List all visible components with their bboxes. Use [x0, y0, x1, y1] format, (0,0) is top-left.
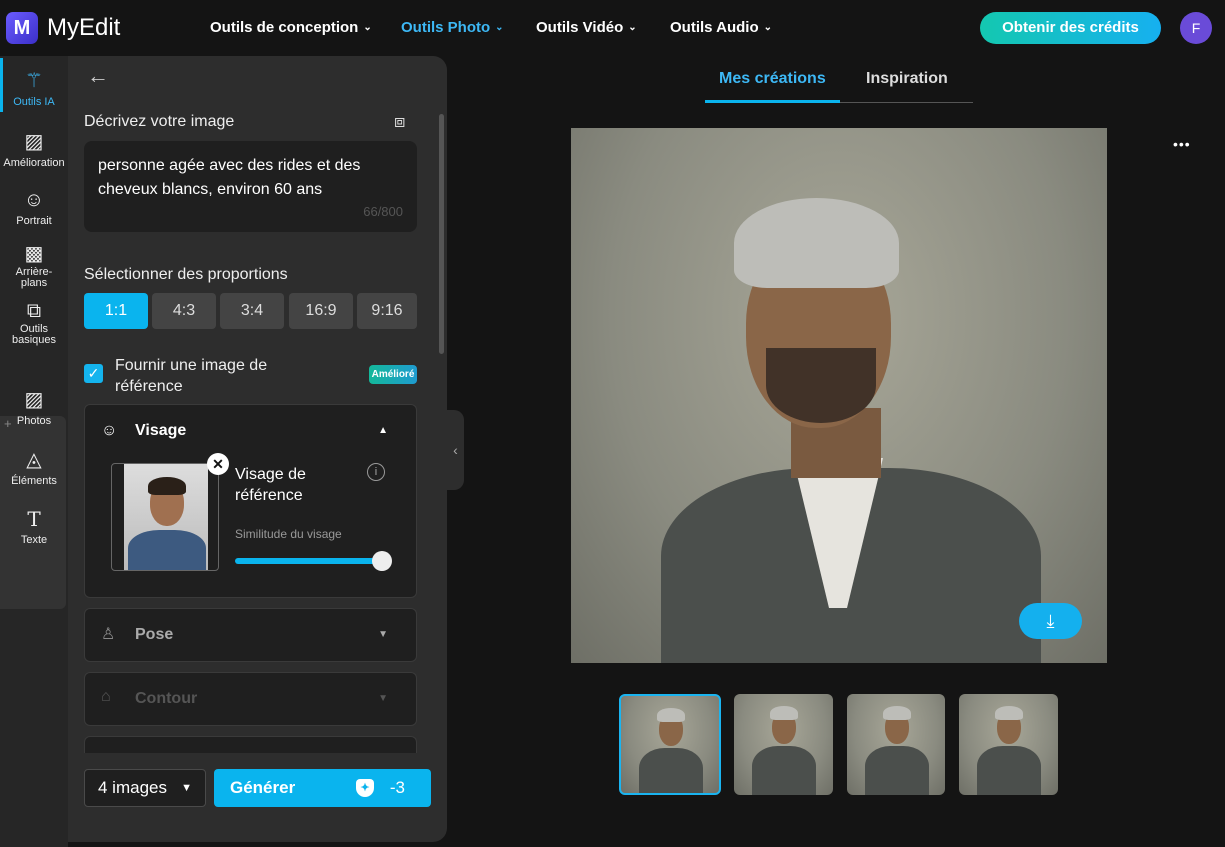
- rail-backgrounds[interactable]: ▩ Arrière-plans: [0, 244, 68, 289]
- contour-icon: ⌂: [101, 688, 111, 705]
- background-icon: ▩: [24, 243, 44, 265]
- rail-basic-tools[interactable]: ⧉ Outils basiques: [0, 301, 68, 346]
- collapse-panel-button[interactable]: ‹: [447, 410, 464, 490]
- credit-icon: ✦: [356, 779, 374, 797]
- nav-photo-tools[interactable]: Outils Photo ⌄: [401, 19, 504, 36]
- ratio-1-1[interactable]: 1:1: [84, 293, 148, 329]
- rail-ai-tools[interactable]: ⚚ Outils IA: [0, 68, 68, 108]
- thumbnail-2[interactable]: [734, 694, 833, 795]
- nav-label: Outils de conception: [210, 19, 359, 36]
- image-count-select[interactable]: 4 images ▼: [84, 769, 206, 807]
- shapes-icon: ◬: [26, 449, 42, 471]
- rail-elements[interactable]: ◬ Éléments: [0, 447, 68, 487]
- rail-label: Texte: [20, 534, 48, 546]
- ratio-4-3[interactable]: 4:3: [152, 293, 216, 329]
- photo-icon: ▨: [24, 389, 44, 411]
- app-name[interactable]: MyEdit: [47, 14, 120, 42]
- improved-badge: Amélioré: [369, 365, 417, 384]
- portrait-icon: ☺: [23, 189, 45, 211]
- rail-label: Portrait: [16, 215, 52, 227]
- chevron-down-icon: ⌄: [495, 22, 504, 33]
- reference-label: Fournir une image de référence: [115, 357, 268, 395]
- nav-label: Outils Vidéo: [536, 19, 624, 36]
- avatar[interactable]: F: [1180, 12, 1212, 44]
- tab-indicator: [705, 100, 840, 103]
- tool-rail: + ⚚ Outils IA ▨ Amélioration ☺ Portrait ▩ Ar…: [0, 56, 68, 847]
- image-count-value: 4 images: [98, 778, 167, 797]
- face-icon: ☺: [101, 422, 118, 439]
- info-icon[interactable]: i: [367, 463, 385, 481]
- tab-inspiration[interactable]: Inspiration: [866, 70, 948, 88]
- contour-section[interactable]: ⌂ Contour ▼: [84, 672, 417, 726]
- generated-image[interactable]: [571, 128, 1107, 663]
- nav-label: Outils Audio: [670, 19, 759, 36]
- similarity-label: Similitude du visage: [235, 527, 342, 541]
- similarity-slider-track[interactable]: [235, 558, 385, 564]
- chevron-down-icon: ⌄: [363, 22, 372, 33]
- rail-label: Photos: [16, 415, 52, 427]
- back-arrow-icon[interactable]: ←: [87, 63, 109, 89]
- ratio-label: Sélectionner des proportions: [84, 266, 288, 283]
- get-credits-button[interactable]: Obtenir des crédits: [980, 12, 1161, 44]
- rail-photos[interactable]: ▨ Photos: [0, 387, 68, 427]
- face-ref-title: Visage de référence: [235, 466, 306, 504]
- nav-audio-tools[interactable]: Outils Audio ⌄: [670, 19, 772, 36]
- thumbnail-1[interactable]: [619, 694, 721, 795]
- crop-icon: ⧉: [26, 300, 42, 322]
- pose-section[interactable]: ♙ Pose ▼: [84, 608, 417, 662]
- nav-label: Outils Photo: [401, 19, 491, 36]
- prompt-text: personne agée avec des rides et des chev…: [98, 157, 361, 198]
- rail-enhancement[interactable]: ▨ Amélioration: [0, 129, 68, 169]
- app-logo[interactable]: M: [6, 12, 38, 44]
- add-image-icon[interactable]: ⧈: [394, 111, 405, 132]
- rail-label: Outils basiques: [12, 323, 57, 346]
- chevron-down-icon: ▼: [378, 693, 388, 704]
- rail-label: Outils IA: [13, 96, 55, 108]
- chevron-up-icon[interactable]: ▲: [378, 425, 388, 436]
- pose-icon: ♙: [101, 626, 116, 643]
- more-options-icon[interactable]: •••: [1173, 136, 1191, 152]
- reference-face-image[interactable]: [111, 463, 219, 571]
- char-count: 66/800: [363, 204, 403, 219]
- rail-portrait[interactable]: ☺ Portrait: [0, 189, 68, 227]
- nav-design-tools[interactable]: Outils de conception ⌄: [210, 19, 372, 36]
- contour-section-title: Contour: [135, 690, 198, 707]
- caret-down-icon: ▼: [181, 782, 192, 794]
- ratio-3-4[interactable]: 3:4: [220, 293, 284, 329]
- chevron-down-icon: ⌄: [628, 22, 637, 33]
- top-bar: M MyEdit Outils de conception ⌄ Outils Ph…: [0, 0, 1225, 56]
- generate-button[interactable]: Générer ✦ -3: [214, 769, 431, 807]
- thumbnail-4[interactable]: [959, 694, 1058, 795]
- rail-label: Éléments: [11, 475, 57, 487]
- chevron-down-icon: ▼: [378, 629, 388, 640]
- pose-section-title: Pose: [135, 626, 174, 643]
- ratio-9-16[interactable]: 9:16: [357, 293, 417, 329]
- rail-label: Amélioration: [3, 157, 65, 169]
- text-icon: T: [27, 507, 41, 531]
- magic-wand-icon: ⚚: [25, 70, 43, 92]
- more-section: [84, 736, 417, 753]
- reference-checkbox[interactable]: ✓: [84, 364, 103, 383]
- generate-label: Générer: [230, 778, 296, 797]
- remove-reference-icon[interactable]: ✕: [207, 453, 229, 475]
- rail-text[interactable]: T Texte: [0, 507, 68, 546]
- thumbnail-3[interactable]: [847, 694, 945, 795]
- tab-my-creations[interactable]: Mes créations: [719, 70, 826, 88]
- download-icon[interactable]: ⤓: [1019, 603, 1082, 639]
- face-section-title[interactable]: Visage: [135, 422, 186, 440]
- credit-cost: -3: [389, 778, 405, 797]
- image-enhance-icon: ▨: [24, 131, 44, 153]
- rail-label: Arrière-plans: [15, 266, 53, 289]
- ratio-16-9[interactable]: 16:9: [289, 293, 353, 329]
- scrollbar[interactable]: [439, 114, 444, 354]
- prompt-textarea[interactable]: personne agée avec des rides et des chev…: [84, 141, 417, 232]
- nav-video-tools[interactable]: Outils Vidéo ⌄: [536, 19, 637, 36]
- similarity-slider-handle[interactable]: [372, 551, 392, 571]
- chevron-down-icon: ⌄: [763, 22, 772, 33]
- describe-label: Décrivez votre image: [84, 113, 235, 130]
